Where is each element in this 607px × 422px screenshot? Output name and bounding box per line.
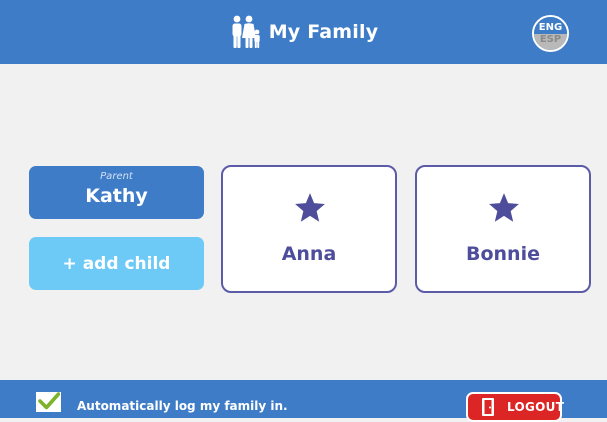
page-title: My Family: [268, 21, 379, 43]
parent-card[interactable]: Parent Kathy: [29, 166, 204, 219]
parent-role-label: Parent: [100, 171, 133, 182]
child-name: Bonnie: [466, 243, 540, 265]
parent-name: Kathy: [85, 185, 148, 207]
language-alternate: ESP: [534, 33, 567, 50]
family-icon: [232, 15, 260, 48]
logout-label: LOGOUT: [507, 400, 565, 414]
star-icon: [489, 193, 519, 222]
child-card[interactable]: Bonnie: [415, 165, 591, 293]
add-child-button[interactable]: + add child: [29, 237, 204, 290]
language-current: ENG: [534, 17, 567, 34]
child-name: Anna: [281, 243, 337, 265]
star-icon: [295, 193, 325, 222]
auto-login-checkbox[interactable]: [36, 392, 61, 412]
child-card[interactable]: Anna: [221, 165, 397, 293]
door-icon: [482, 398, 494, 416]
header-title: My Family: [0, 0, 607, 64]
auto-login-label: Automatically log my family in.: [77, 399, 288, 413]
checkmark-icon: [38, 392, 60, 410]
language-toggle[interactable]: ENG ESP: [532, 15, 569, 52]
app-header: My Family ENG ESP: [0, 0, 607, 64]
